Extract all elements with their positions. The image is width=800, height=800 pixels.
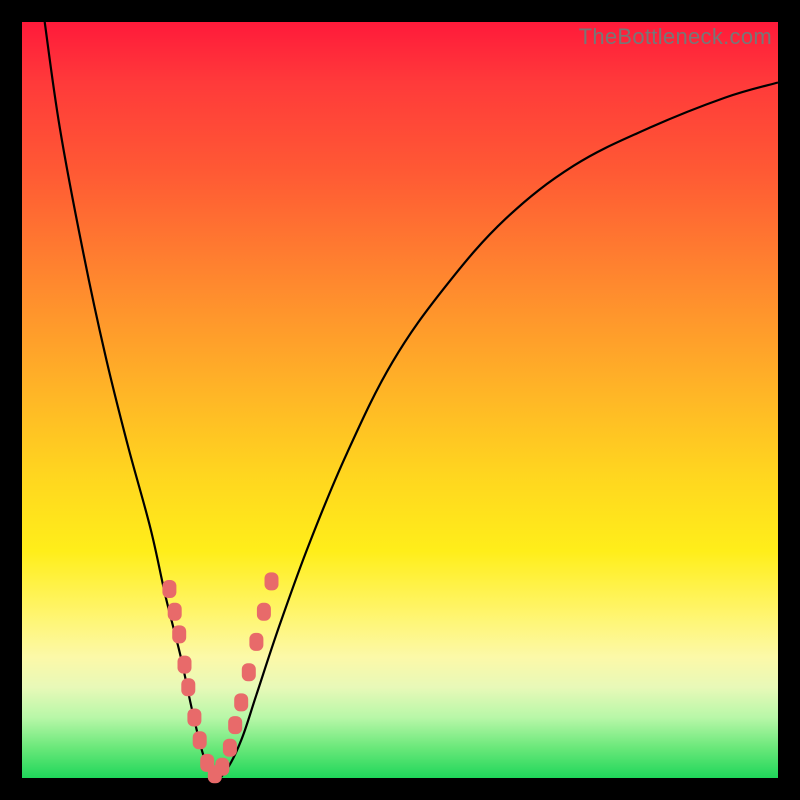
data-marker xyxy=(257,603,271,621)
bottleneck-curve xyxy=(45,22,778,779)
data-marker xyxy=(181,678,195,696)
data-marker xyxy=(193,731,207,749)
data-marker xyxy=(168,603,182,621)
data-marker xyxy=(172,625,186,643)
data-marker xyxy=(249,633,263,651)
data-marker xyxy=(178,656,192,674)
data-marker xyxy=(187,709,201,727)
data-marker xyxy=(228,716,242,734)
chart-svg xyxy=(22,22,778,778)
chart-frame: TheBottleneck.com xyxy=(22,22,778,778)
data-marker xyxy=(234,693,248,711)
data-marker xyxy=(223,739,237,757)
data-marker xyxy=(162,580,176,598)
data-marker xyxy=(242,663,256,681)
data-marker xyxy=(215,758,229,776)
data-marker xyxy=(265,572,279,590)
watermark-text: TheBottleneck.com xyxy=(579,24,772,50)
